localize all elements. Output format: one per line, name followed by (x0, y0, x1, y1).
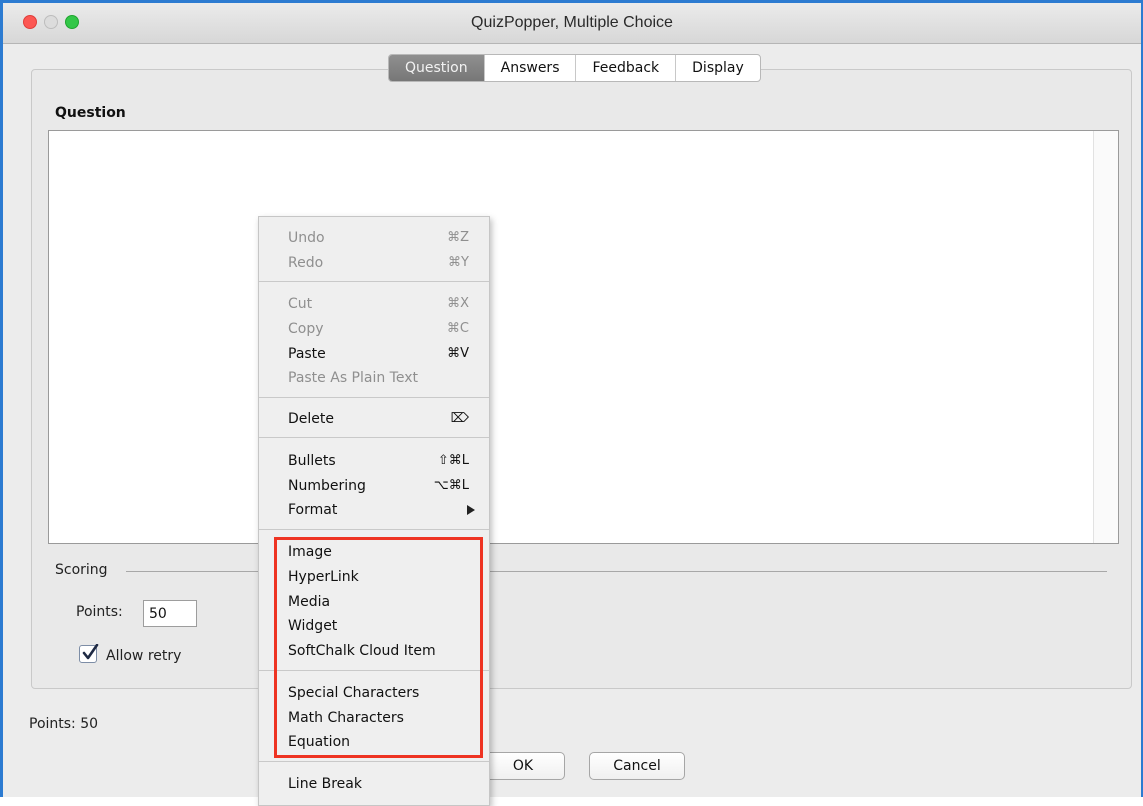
points-status: Points: 50 (29, 716, 99, 732)
menu-item-label: Bullets (288, 453, 336, 469)
checkmark-icon (82, 644, 99, 660)
menu-item-label: Format (288, 502, 338, 518)
menu-item-copy[interactable]: Copy ⌘C (259, 317, 489, 341)
menu-item-shortcut: ⌘Z (447, 230, 469, 245)
menu-item-label: Delete (288, 411, 334, 427)
menu-item-shortcut: ⌥⌘L (433, 478, 469, 493)
points-label: Points: (76, 604, 123, 620)
menu-separator (259, 281, 489, 282)
window-title: QuizPopper, Multiple Choice (471, 14, 673, 31)
allow-retry-label[interactable]: Allow retry (106, 648, 181, 664)
scoring-group-label: Scoring (55, 562, 108, 578)
menu-item-cut[interactable]: Cut ⌘X (259, 292, 489, 316)
menu-item-redo[interactable]: Redo ⌘Y (259, 251, 489, 275)
title-bar: QuizPopper, Multiple Choice (3, 3, 1141, 44)
tab-bar: Question Answers Feedback Display (388, 54, 761, 82)
editor-scrollbar[interactable] (1093, 131, 1118, 543)
menu-item-label: Undo (288, 230, 325, 246)
dialog-window: QuizPopper, Multiple Choice Question Ans… (0, 0, 1143, 797)
tab-answers[interactable]: Answers (485, 55, 577, 81)
menu-item-label: Paste As Plain Text (288, 370, 418, 386)
allow-retry-checkbox[interactable] (79, 644, 99, 663)
menu-item-paste-as-plain-text[interactable]: Paste As Plain Text (259, 366, 489, 390)
menu-item-label: Paste (288, 346, 326, 362)
menu-item-shortcut: ⌘C (446, 321, 469, 336)
points-input[interactable] (143, 600, 197, 627)
cancel-button[interactable]: Cancel (589, 752, 685, 780)
tab-feedback[interactable]: Feedback (576, 55, 677, 81)
menu-separator (259, 397, 489, 398)
tab-question[interactable]: Question (389, 55, 485, 81)
menu-item-paste[interactable]: Paste ⌘V (259, 342, 489, 366)
menu-item-label: Line Break (288, 776, 362, 792)
menu-item-undo[interactable]: Undo ⌘Z (259, 226, 489, 250)
tab-display[interactable]: Display (676, 55, 760, 81)
menu-item-label: Copy (288, 321, 324, 337)
menu-separator (259, 437, 489, 438)
menu-item-shortcut: ⌘V (447, 346, 469, 361)
menu-item-shortcut: ⇧⌘L (437, 453, 469, 468)
ok-button[interactable]: OK (481, 752, 565, 780)
delete-forward-icon: ⌦ (450, 411, 469, 426)
menu-item-format[interactable]: Format (259, 498, 489, 522)
question-editor[interactable] (48, 130, 1119, 544)
menu-item-bullets[interactable]: Bullets ⇧⌘L (259, 449, 489, 473)
menu-item-numbering[interactable]: Numbering ⌥⌘L (259, 474, 489, 498)
menu-item-delete[interactable]: Delete ⌦ (259, 407, 489, 431)
question-heading: Question (55, 105, 126, 121)
highlight-annotation-box (274, 537, 483, 758)
menu-item-label: Cut (288, 296, 313, 312)
menu-separator (259, 761, 489, 762)
menu-item-label: Redo (288, 255, 324, 271)
menu-separator (259, 529, 489, 530)
menu-item-shortcut: ⌘X (447, 296, 469, 311)
submenu-arrow-icon (467, 505, 475, 515)
menu-item-line-break[interactable]: Line Break (259, 772, 489, 796)
menu-item-label: Numbering (288, 478, 366, 494)
menu-item-shortcut: ⌘Y (448, 255, 469, 270)
